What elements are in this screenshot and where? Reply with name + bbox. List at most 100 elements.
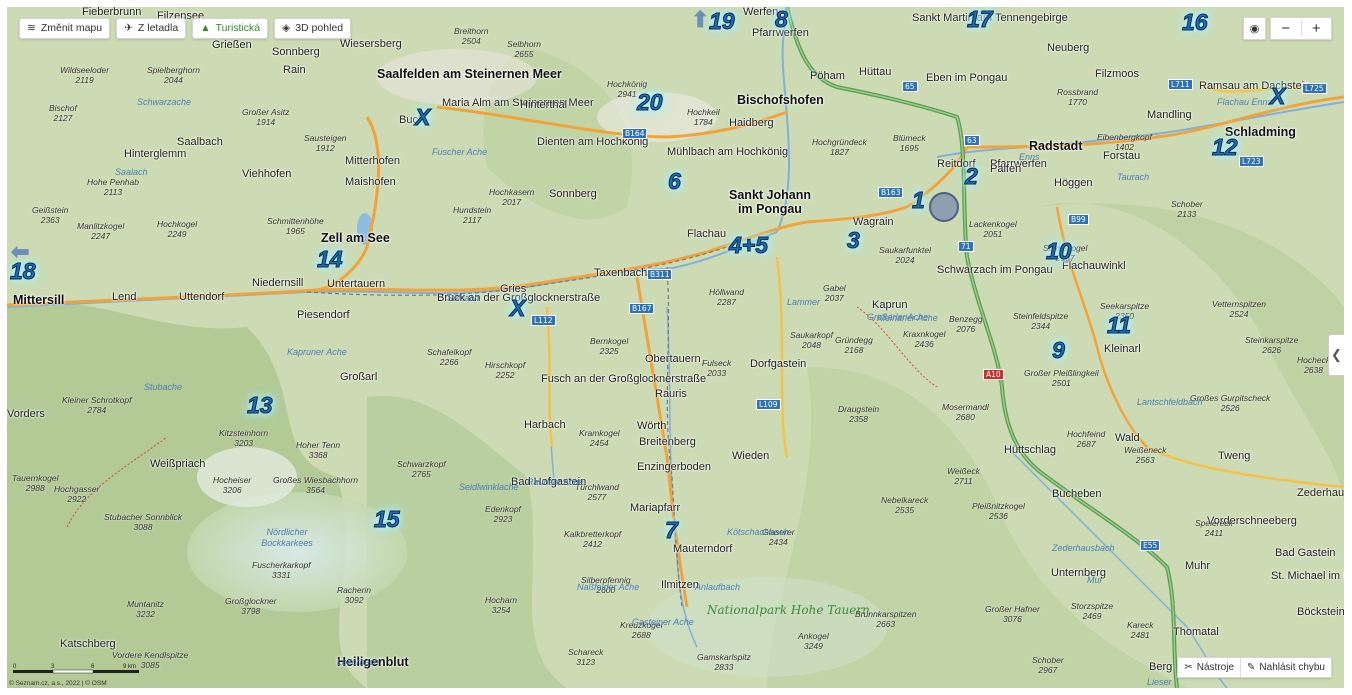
map-canvas[interactable]: Saalfelden am Steinernen Meer Bischofsho… bbox=[7, 7, 1344, 688]
marker-7[interactable]: 7 bbox=[665, 518, 679, 543]
road-shield: B311 bbox=[647, 269, 673, 280]
peak-label: Rossbrand 1770 bbox=[1057, 87, 1099, 107]
target-icon: ◉ bbox=[1249, 23, 1260, 35]
peak-label: Storzspitze 2469 bbox=[1071, 601, 1114, 621]
map-toolbar: ≋ Změnit mapu ✈ Z letadla ▲ Turistická ◈… bbox=[19, 18, 352, 39]
water-label: Rauriser Ache bbox=[527, 477, 584, 487]
town-label: Werfen bbox=[743, 7, 779, 18]
tools-button[interactable]: ✂ Nástroje bbox=[1178, 658, 1240, 677]
town-label: Kaprun bbox=[872, 299, 908, 311]
town-label: Grießen bbox=[212, 39, 252, 51]
water-label: Mur bbox=[1087, 575, 1103, 585]
marker-x[interactable]: X bbox=[509, 296, 525, 321]
peak-label: Vetternspitzen 2524 bbox=[1212, 299, 1267, 319]
town-label: Weißpriach bbox=[150, 458, 206, 470]
town-label: Palfen bbox=[990, 163, 1022, 175]
road-shield: L112 bbox=[531, 315, 556, 326]
marker-11[interactable]: 11 bbox=[1107, 313, 1132, 338]
zoom-controls: ◉ − + bbox=[1243, 17, 1332, 40]
town-label: Sonnberg bbox=[272, 46, 320, 58]
layers-icon: ≋ bbox=[27, 22, 36, 34]
peak-label: Gründegg 2168 bbox=[835, 335, 873, 355]
town-label: Mauterndorf bbox=[673, 543, 733, 555]
marker-1[interactable]: 1 bbox=[912, 188, 926, 213]
town-label: Tweng bbox=[1218, 450, 1251, 462]
marker-17[interactable]: 17 bbox=[967, 7, 994, 32]
peak-label: Kalkbretterkopf 2412 bbox=[564, 529, 622, 549]
marker-8[interactable]: 8 bbox=[775, 7, 789, 32]
peak-label: Speiereck 2411 bbox=[1195, 518, 1233, 538]
copyright: © Seznam.cz, a.s., 2022 | © OSM bbox=[9, 680, 107, 687]
marker-2[interactable]: 2 bbox=[965, 164, 979, 189]
marker-14[interactable]: 14 bbox=[317, 247, 344, 272]
town-label: Muhr bbox=[1185, 560, 1211, 572]
peak-label: Racherin 3092 bbox=[337, 585, 372, 605]
town-label: Hinterthal bbox=[520, 99, 568, 111]
town-label: Wald bbox=[1115, 432, 1140, 444]
water-label: Taurach bbox=[1117, 172, 1150, 182]
town-label: Viehhofen bbox=[242, 168, 292, 180]
marker-10[interactable]: 10 bbox=[1046, 239, 1073, 264]
region-label: Nördlicher Bockkarkees bbox=[261, 527, 313, 548]
city-mittersill: Mittersill bbox=[13, 293, 65, 307]
marker-6[interactable]: 6 bbox=[668, 169, 682, 194]
town-label: Mariapfarr bbox=[630, 502, 681, 514]
marker-19[interactable]: 19 bbox=[709, 9, 736, 34]
marker-x[interactable]: X bbox=[1269, 84, 1285, 109]
town-label: Fusch an der Großglocknerstraße bbox=[541, 373, 707, 385]
peak-label: Geißstein 2363 bbox=[32, 205, 69, 225]
scale-tick: 0 bbox=[13, 664, 17, 670]
road-shield: B167 bbox=[629, 303, 655, 314]
peak-label: Spielberghorn 2044 bbox=[147, 65, 200, 85]
peak-label: Steinfeldspitze 2344 bbox=[1013, 311, 1069, 331]
zoom-out-button[interactable]: − bbox=[1271, 20, 1302, 37]
town-label: Neuberg bbox=[1047, 42, 1090, 54]
marker-4-5[interactable]: 4+5 bbox=[728, 233, 768, 258]
peak-label: Benzegg 2076 bbox=[949, 314, 983, 334]
scale-tick: 6 bbox=[91, 664, 95, 670]
report-error-button[interactable]: ✎ Nahlásit chybu bbox=[1240, 658, 1331, 677]
peak-label: Hochkeil 1784 bbox=[687, 107, 720, 127]
road-shield: A10 bbox=[983, 369, 1004, 380]
town-label: Mühlbach am Hochkönig bbox=[667, 146, 789, 158]
water-label: Zederhausbach bbox=[1052, 543, 1115, 553]
peak-label: Schmittenhöhe 1965 bbox=[267, 216, 324, 236]
peak-label: Großer Hafner 3076 bbox=[985, 604, 1040, 624]
peak-label: Fuscherkarkopf 3331 bbox=[252, 560, 311, 580]
bottom-tools: ✂ Nástroje ✎ Nahlásit chybu bbox=[1177, 657, 1332, 678]
marker-9[interactable]: 9 bbox=[1052, 338, 1066, 363]
town-label: Bad Gastein bbox=[1275, 547, 1336, 559]
tourist-button[interactable]: ▲ Turistická bbox=[192, 18, 269, 39]
marker-13[interactable]: 13 bbox=[247, 393, 274, 418]
marker-15[interactable]: 15 bbox=[374, 507, 401, 532]
peak-label: Muntanitz 3232 bbox=[127, 599, 164, 619]
town-label: Enzingerboden bbox=[637, 461, 712, 473]
town-label: Schwarzach im Pongau bbox=[937, 264, 1053, 276]
peak-label: Hocharn 3254 bbox=[485, 595, 518, 615]
peak-label: Steinkarspitze 2626 bbox=[1245, 335, 1299, 355]
zoom-in-button[interactable]: + bbox=[1302, 20, 1332, 37]
marker-3[interactable]: 3 bbox=[847, 228, 861, 253]
road-shield: L109 bbox=[756, 399, 781, 410]
water-label: Leiterbach bbox=[337, 657, 380, 667]
locate-button[interactable]: ◉ bbox=[1243, 17, 1266, 40]
view3d-button[interactable]: ◈ 3D pohled bbox=[274, 18, 352, 39]
water-label: Lieser bbox=[1147, 677, 1172, 687]
marker-20[interactable]: 20 bbox=[637, 90, 664, 115]
peak-label: Gabel 2037 bbox=[823, 283, 846, 303]
peak-label: Hochfeind 2687 bbox=[1067, 429, 1106, 449]
water-label: Gasteiner Ache bbox=[632, 617, 694, 627]
pencil-icon: ✎ bbox=[1247, 662, 1256, 673]
marker-16[interactable]: 16 bbox=[1182, 10, 1209, 35]
water-label: Schwarzache bbox=[137, 97, 192, 107]
peak-label: Manlitzkogel 2247 bbox=[77, 221, 125, 241]
town-label: Kleinarl bbox=[1104, 343, 1141, 355]
peak-label: Kitzsteinhorn 3203 bbox=[219, 428, 269, 448]
aerial-button[interactable]: ✈ Z letadla bbox=[116, 18, 187, 39]
water-label: Anlaufbach bbox=[695, 582, 741, 592]
marker-12[interactable]: 12 bbox=[1212, 135, 1239, 160]
side-panel-toggle[interactable]: ❮ bbox=[1328, 334, 1344, 376]
marker-x[interactable]: X bbox=[414, 105, 430, 130]
change-map-button[interactable]: ≋ Změnit mapu bbox=[19, 18, 111, 39]
peak-label: Breithorn 2504 bbox=[454, 26, 489, 46]
